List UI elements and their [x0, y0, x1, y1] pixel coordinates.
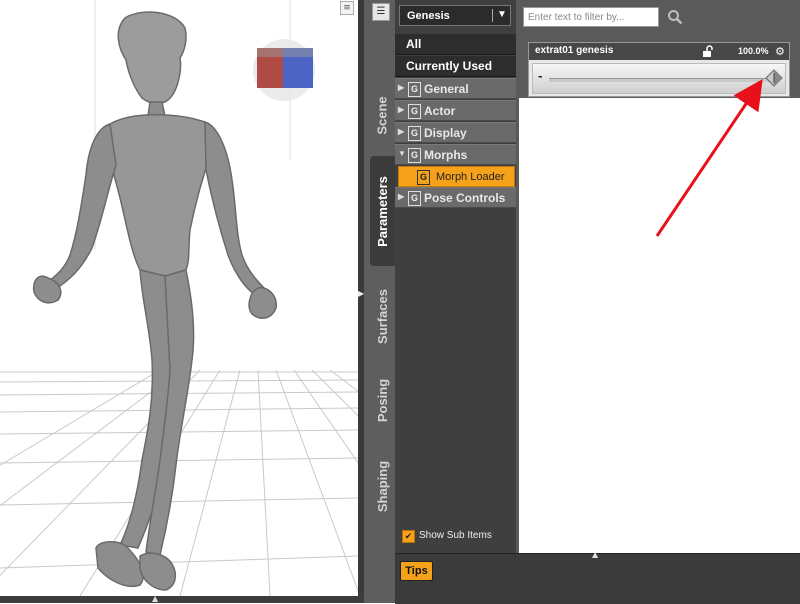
property-name: extrat01 genesis: [535, 45, 614, 56]
tab-parameters[interactable]: Parameters: [370, 156, 395, 266]
bottom-bar: ▲ Tips: [395, 550, 800, 604]
gear-icon[interactable]: ⚙: [775, 45, 785, 58]
category-actor[interactable]: ▶ G Actor: [395, 100, 516, 121]
property-slider-card[interactable]: extrat01 genesis 100.0% ⚙ -: [528, 42, 790, 97]
group-icon: G: [417, 170, 430, 185]
property-header: extrat01 genesis 100.0% ⚙: [529, 43, 789, 60]
category-all[interactable]: All: [395, 34, 516, 55]
decrement-icon[interactable]: -: [538, 70, 543, 83]
viewport-scene: [0, 0, 358, 596]
bottom-arrow-icon: ▲: [152, 594, 159, 603]
pane-tab-strip: ☰ Scene Parameters Surfaces Posing Shapi…: [364, 0, 395, 603]
chevron-down-icon: ▼: [497, 9, 507, 20]
node-selector-value: Genesis: [407, 10, 450, 22]
category-display[interactable]: ▶ G Display: [395, 122, 516, 143]
group-icon: G: [408, 148, 421, 163]
tab-shaping[interactable]: Shaping: [370, 446, 395, 526]
tab-posing[interactable]: Posing: [370, 364, 395, 436]
expand-arrow-icon[interactable]: ▶: [398, 83, 404, 92]
category-panel: Genesis ▼ All Currently Used ▶ G General…: [395, 0, 516, 553]
pane-options-icon[interactable]: ☰: [372, 3, 390, 21]
category-morphs[interactable]: ▼ G Morphs: [395, 144, 516, 165]
expand-arrow-icon[interactable]: ▶: [398, 192, 404, 201]
category-pose-controls[interactable]: ▶ G Pose Controls: [395, 187, 516, 208]
tab-surfaces[interactable]: Surfaces: [370, 276, 395, 356]
viewport[interactable]: ≡: [0, 0, 358, 596]
expand-arrow-icon[interactable]: ▶: [398, 105, 404, 114]
viewport-bottom-edge: ▲: [0, 594, 364, 603]
group-icon: G: [408, 126, 421, 141]
bottom-arrow-icon: ▲: [592, 550, 599, 559]
node-selector[interactable]: Genesis ▼: [399, 5, 511, 26]
checkbox-checked-icon[interactable]: ✔: [402, 530, 415, 543]
tab-scene[interactable]: Scene: [370, 84, 395, 146]
group-icon: G: [408, 191, 421, 206]
expand-arrow-icon[interactable]: ▶: [398, 127, 404, 136]
filter-input[interactable]: [523, 7, 659, 27]
slider-handle[interactable]: [765, 69, 783, 87]
category-morph-loader[interactable]: G Morph Loader: [398, 166, 515, 187]
unlock-icon[interactable]: [702, 45, 714, 58]
property-value[interactable]: 100.0%: [738, 46, 769, 56]
group-icon: G: [408, 104, 421, 119]
search-icon[interactable]: [667, 9, 683, 25]
properties-list-area: [519, 98, 800, 553]
viewport-menu-icon[interactable]: ≡: [340, 1, 354, 15]
category-general[interactable]: ▶ G General: [395, 78, 516, 99]
view-cube-icon: [253, 39, 315, 101]
collapse-arrow-icon[interactable]: ▼: [398, 149, 406, 158]
tips-button[interactable]: Tips: [400, 561, 433, 581]
group-icon: G: [408, 82, 421, 97]
slider-track[interactable]: [549, 78, 774, 82]
category-currently-used[interactable]: Currently Used: [395, 56, 516, 77]
property-slider[interactable]: -: [532, 63, 786, 94]
